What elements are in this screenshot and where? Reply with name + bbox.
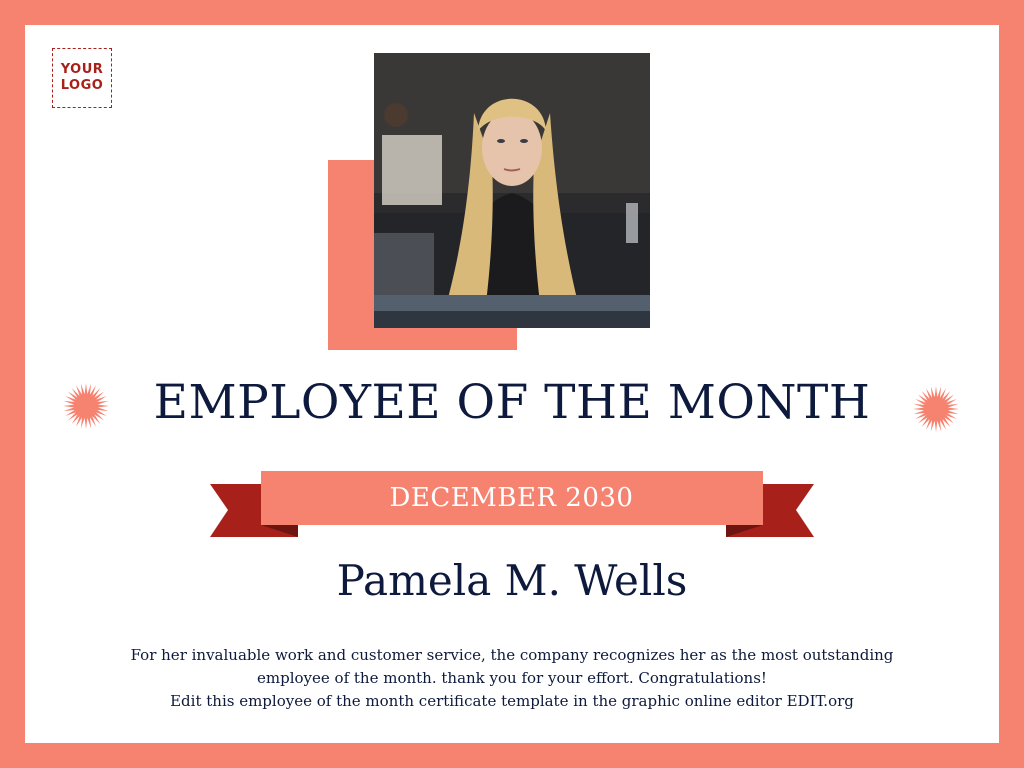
employee-photo (374, 53, 650, 328)
employee-portrait-photo-icon (374, 53, 650, 328)
certificate-title: EMPLOYEE OF THE MONTH (153, 375, 871, 430)
recipient-name: Pamela M. Wells (336, 556, 688, 605)
company-logo-placeholder: YOUR LOGO (52, 48, 112, 108)
editor-note-line: Edit this employee of the month certific… (170, 692, 854, 710)
certificate-description: For her invaluable work and customer ser… (95, 644, 929, 713)
logo-line-2: LOGO (60, 78, 104, 93)
logo-line-1: YOUR (60, 62, 104, 77)
description-line: For her invaluable work and customer ser… (130, 646, 894, 687)
certificate-card: YOUR LOGO EMPLOYEE OF THE MONTH DECEMBER… (25, 25, 999, 743)
date-ribbon: DECEMBER 2030 (210, 469, 814, 539)
certificate-date: DECEMBER 2030 (389, 483, 634, 513)
